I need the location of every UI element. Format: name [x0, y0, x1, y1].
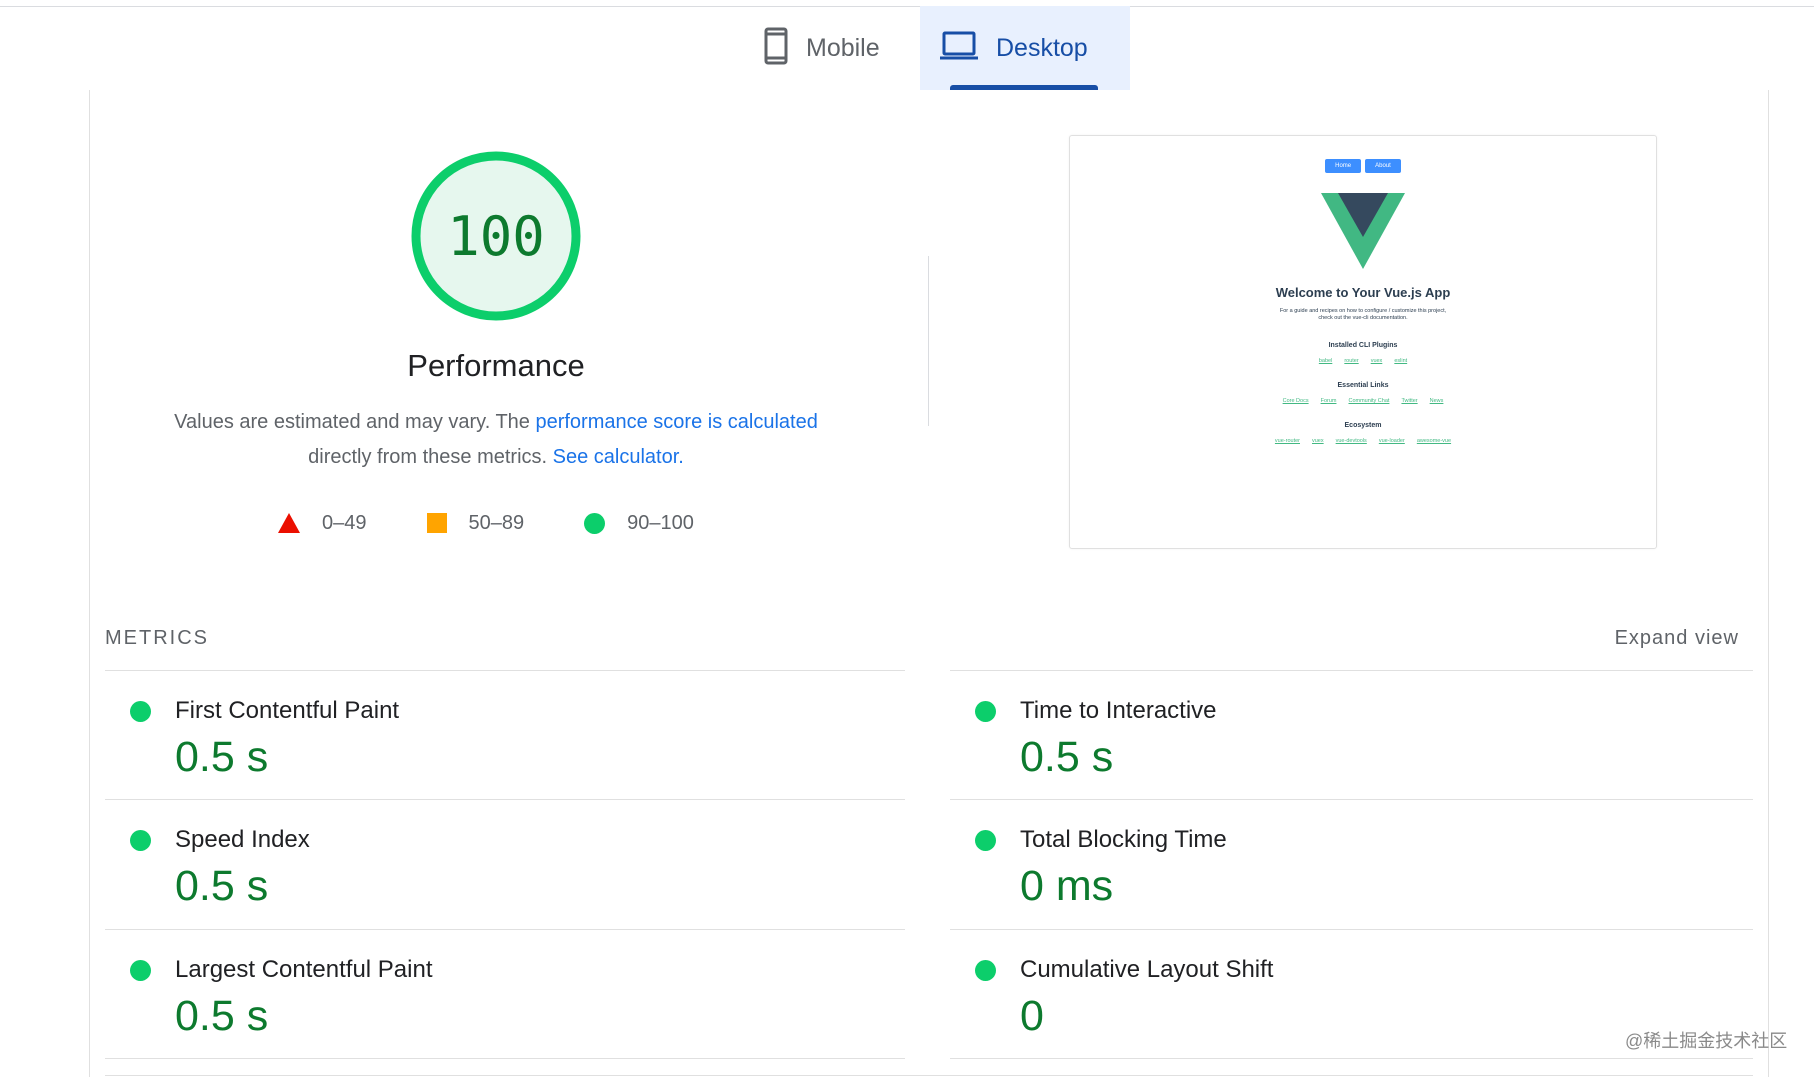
pass-circle-icon	[130, 960, 151, 981]
screenshot-nav: Home About	[1070, 159, 1656, 173]
screenshot-nav-home: Home	[1325, 159, 1362, 173]
see-calculator-link[interactable]: See calculator.	[553, 446, 684, 468]
metric-item: Cumulative Layout Shift 0	[950, 930, 1650, 1058]
metric-item: First Contentful Paint 0.5 s	[105, 671, 805, 799]
active-tab-indicator	[950, 85, 1098, 90]
gauge-title: Performance	[407, 348, 585, 383]
smartphone-icon	[764, 27, 788, 70]
performance-gauge[interactable]: 100	[410, 150, 582, 322]
pass-circle-icon	[975, 701, 996, 722]
laptop-icon	[940, 31, 978, 66]
report-frame-left	[89, 90, 90, 1077]
screenshot-section-links: babel router vuex eslint	[1070, 358, 1656, 364]
screenshot-subtitle-line1: For a guide and recipes on how to config…	[1279, 308, 1447, 314]
legend-range: 0–49	[322, 511, 367, 534]
screenshot-link: vue-devtools	[1335, 438, 1367, 444]
metric-name: Total Blocking Time	[1020, 826, 1227, 853]
metrics-heading: METRICS	[105, 627, 209, 649]
metric-name: Cumulative Layout Shift	[1020, 956, 1274, 983]
screenshot-subtitle-line2: check out the vue-cli documentation.	[1318, 315, 1408, 321]
metric-item: Largest Contentful Paint 0.5 s	[105, 930, 805, 1058]
pass-circle-icon	[975, 830, 996, 851]
legend-range: 90–100	[627, 511, 694, 534]
legend-range: 50–89	[468, 511, 525, 534]
description-text-1: Values are estimated and may vary. The	[174, 411, 536, 433]
metric-name: First Contentful Paint	[175, 697, 400, 724]
metric-name: Time to Interactive	[1020, 697, 1217, 724]
screenshot-link: Twitter	[1401, 398, 1418, 404]
device-tabs: Mobile Desktop	[0, 6, 1814, 90]
square-icon	[426, 513, 447, 533]
screenshot-nav-about: About	[1365, 159, 1401, 173]
legend-item-fail: 0–49	[278, 512, 367, 535]
metric-item: Total Blocking Time 0 ms	[950, 800, 1650, 928]
score-calculated-link[interactable]: performance score is calculated	[535, 411, 817, 433]
tab-desktop[interactable]: Desktop	[920, 6, 1130, 90]
tab-mobile-label: Mobile	[806, 33, 880, 62]
metrics-divider	[105, 1058, 905, 1059]
screenshot-link: vue-router	[1274, 438, 1300, 444]
metric-name: Largest Contentful Paint	[175, 956, 433, 983]
pass-circle-icon	[130, 701, 151, 722]
vue-logo	[1321, 193, 1405, 274]
score-description: Values are estimated and may vary. The p…	[140, 405, 852, 475]
screenshot-section-heading: Ecosystem	[1344, 422, 1382, 429]
performance-score: 100	[447, 204, 545, 268]
metrics-divider	[950, 1058, 1753, 1059]
screenshot-link: News	[1429, 398, 1444, 404]
metric-value: 0 ms	[1020, 862, 1114, 910]
screenshot-section-links: Core Docs Forum Community Chat Twitter N…	[1070, 398, 1656, 404]
screenshot-section-links: vue-router vuex vue-devtools vue-loader …	[1070, 438, 1656, 444]
metric-value: 0.5 s	[175, 733, 269, 781]
screenshot-link: babel	[1318, 358, 1333, 364]
triangle-icon	[278, 513, 300, 533]
tab-desktop-label: Desktop	[996, 33, 1088, 62]
screenshot-link: router	[1344, 358, 1359, 364]
screenshot-link: Core Docs	[1282, 398, 1309, 404]
metric-value: 0	[1020, 992, 1044, 1040]
screenshot-link: eslint	[1394, 358, 1408, 364]
score-legend: 0–49 50–89 90–100	[278, 510, 694, 536]
screenshot-subtitle: For a guide and recipes on how to config…	[1070, 308, 1656, 322]
pass-circle-icon	[130, 830, 151, 851]
legend-item-average: 50–89	[426, 511, 525, 535]
expand-view-toggle[interactable]: Expand view	[1615, 627, 1739, 650]
pass-circle-icon	[975, 960, 996, 981]
tab-mobile[interactable]: Mobile	[744, 6, 920, 90]
metric-value: 0.5 s	[175, 862, 269, 910]
screenshot-link: vuex	[1312, 438, 1324, 444]
final-screenshot[interactable]: Home About Welcome to Your Vue.js App Fo…	[1069, 135, 1657, 549]
screenshot-title: Welcome to Your Vue.js App	[1275, 285, 1451, 300]
metric-value: 0.5 s	[175, 992, 269, 1040]
vertical-divider	[928, 256, 929, 426]
screenshot-link: vuex	[1370, 358, 1383, 364]
metric-name: Speed Index	[175, 826, 310, 853]
screenshot-link: Community Chat	[1348, 398, 1390, 404]
screenshot-section-heading: Essential Links	[1337, 382, 1389, 389]
watermark: @稀土掘金技术社区	[1625, 1031, 1788, 1051]
screenshot-link: vue-loader	[1378, 438, 1405, 444]
description-text-2: directly from these metrics.	[308, 446, 553, 468]
metric-item: Speed Index 0.5 s	[105, 800, 805, 928]
screenshot-section-heading: Installed CLI Plugins	[1328, 342, 1398, 349]
report-frame-right	[1768, 90, 1769, 1077]
legend-item-pass: 90–100	[584, 512, 694, 535]
screenshot-link: awesome-vue	[1416, 438, 1452, 444]
circle-icon	[584, 512, 606, 534]
metrics-divider	[105, 1075, 1753, 1076]
metric-value: 0.5 s	[1020, 733, 1114, 781]
metric-item: Time to Interactive 0.5 s	[950, 671, 1650, 799]
screenshot-link: Forum	[1320, 398, 1337, 404]
